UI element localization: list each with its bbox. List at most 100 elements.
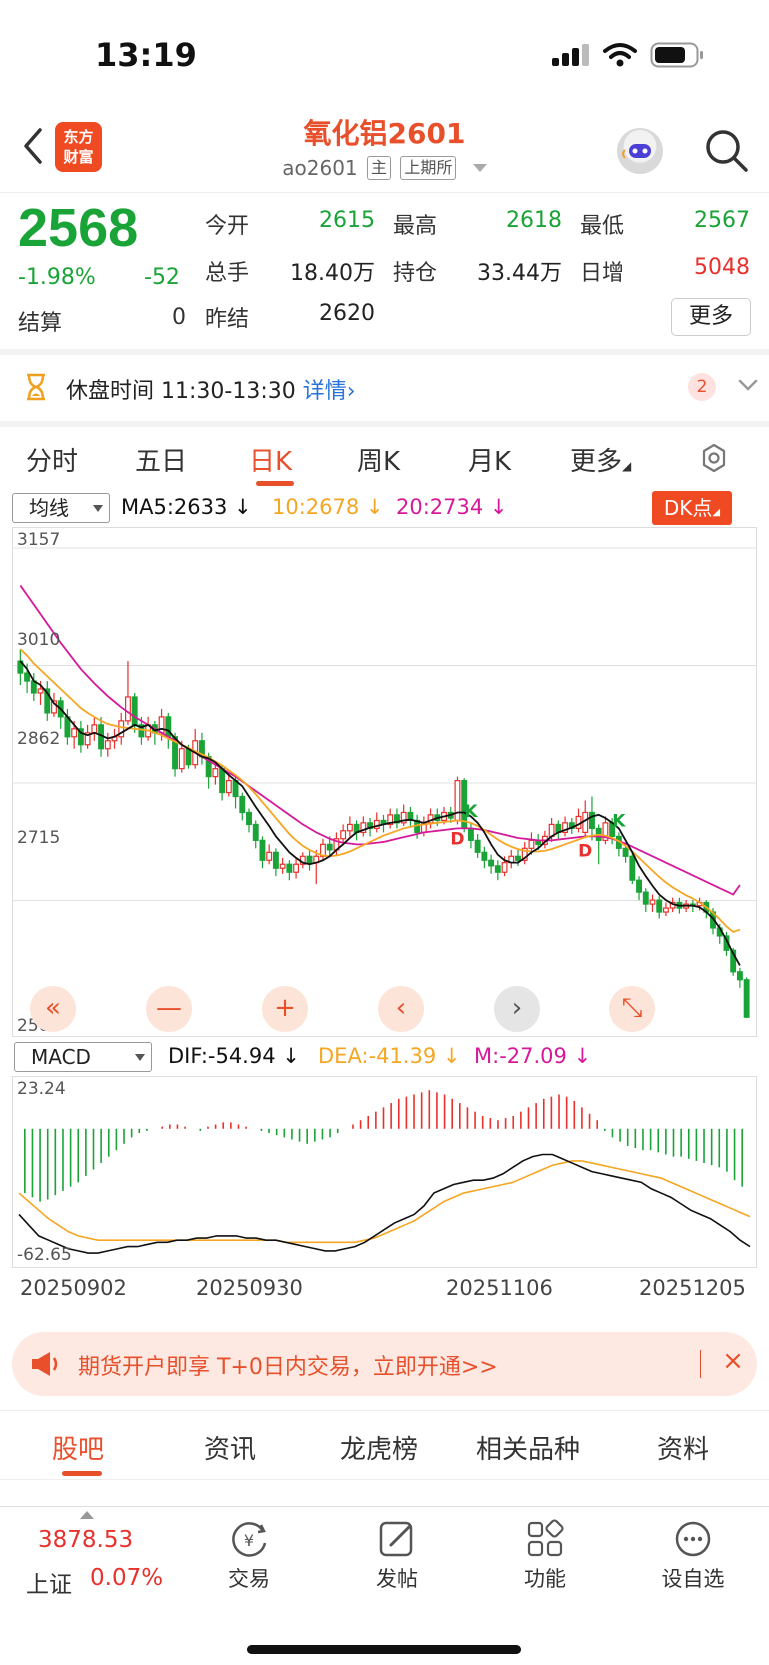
candle-body <box>71 728 78 738</box>
content-tabs: 股吧 资讯 龙虎榜 相关品种 资料 <box>0 1410 769 1480</box>
y-tick-label: 3010 <box>17 630 61 650</box>
candle-body <box>131 696 138 726</box>
main-contract-tag: 主 <box>367 156 392 180</box>
kline-chart[interactable]: DKDK 3157 3010 2862 2715 2567 <box>12 527 757 1037</box>
candle-body <box>467 827 474 841</box>
signal-marker: D <box>450 829 464 849</box>
nav-functions[interactable]: 功能 <box>500 1519 590 1593</box>
trading-break-notice[interactable]: 休盘时间 11:30-13:30 详情› 2 <box>0 349 769 421</box>
hourglass-icon <box>27 373 45 401</box>
scroll-left-button[interactable]: ‹ <box>378 986 424 1032</box>
candle-body <box>528 839 535 849</box>
dropdown-caret-icon <box>93 505 103 512</box>
open-label: 今开 <box>205 214 250 239</box>
home-indicator <box>247 1645 521 1654</box>
tab-five-day[interactable]: 五日 <box>135 441 187 478</box>
robot-assistant-avatar[interactable] <box>617 128 663 174</box>
candle-body <box>494 865 501 873</box>
down-arrow-icon: ↓ <box>566 1044 592 1068</box>
down-arrow-icon: ↓ <box>275 1044 300 1068</box>
candle-body <box>178 748 185 770</box>
dk-point-button[interactable]: DK点◢ <box>652 491 732 525</box>
candle-body <box>125 696 131 722</box>
promo-banner[interactable]: 期货开户即享 T+0日内交易，立即开通>> × <box>12 1332 757 1396</box>
candle-body <box>246 811 252 826</box>
quote-panel: 2568 -1.98% -52 结算 0 今开 2615 最高 2618 最低 … <box>0 192 769 349</box>
settle-value: 0 <box>172 305 186 330</box>
notice-text: 休盘时间 11:30-13:30 <box>66 379 296 404</box>
indicator-selector[interactable]: 均线 <box>12 493 110 523</box>
notice-detail-link[interactable]: 详情› <box>303 379 356 404</box>
last-price: 2568 <box>18 198 139 258</box>
zoom-in-button[interactable]: + <box>262 986 308 1032</box>
edit-icon <box>379 1521 413 1557</box>
candle-body <box>158 716 165 734</box>
kline-svg: DKDK <box>13 547 756 1018</box>
candle-body <box>279 863 286 869</box>
robot-icon <box>622 144 651 159</box>
candle-body <box>225 780 232 794</box>
status-bar: 13:19 <box>0 0 769 100</box>
candle-body <box>326 843 333 851</box>
low-label: 最低 <box>580 214 625 239</box>
tab-guba[interactable]: 股吧 <box>52 1429 104 1466</box>
ma20-line <box>19 584 741 896</box>
scroll-start-button[interactable]: « <box>30 986 76 1032</box>
candle-body <box>515 855 521 861</box>
gear-icon[interactable] <box>698 442 730 474</box>
zoom-out-button[interactable]: — <box>146 986 192 1032</box>
nav-post[interactable]: 发帖 <box>352 1519 442 1593</box>
candle-body <box>636 879 642 893</box>
search-icon[interactable] <box>702 126 750 174</box>
candle-body <box>266 851 273 861</box>
low-value: 2567 <box>694 208 750 233</box>
open-value: 2615 <box>319 208 375 233</box>
tab-related[interactable]: 相关品种 <box>476 1429 580 1466</box>
contract-code: ao2601 <box>282 156 358 180</box>
index-up-arrow-icon <box>80 1511 94 1519</box>
candle-body <box>293 863 300 873</box>
chevron-down-icon[interactable] <box>736 375 760 395</box>
fullscreen-button[interactable]: ⤡ <box>609 986 655 1032</box>
change-amount: -52 <box>144 265 180 290</box>
tab-dragon-tiger[interactable]: 龙虎榜 <box>340 1429 418 1466</box>
macd-legend-row: MACD DIF:-54.94 ↓ DEA:-41.39 ↓ M:-27.09 … <box>0 1040 769 1076</box>
tab-news[interactable]: 资讯 <box>204 1429 256 1466</box>
settle-label: 结算 <box>18 311 63 336</box>
tab-profile[interactable]: 资料 <box>657 1429 709 1466</box>
candle-body <box>185 748 192 766</box>
macd-selector[interactable]: MACD <box>14 1042 152 1072</box>
tab-intraday[interactable]: 分时 <box>26 441 78 478</box>
candle-body <box>736 971 743 981</box>
nav-watchlist[interactable]: 设自选 <box>648 1519 738 1593</box>
tab-monthly-k[interactable]: 月K <box>468 441 511 478</box>
index-value[interactable]: 3878.53 <box>38 1527 133 1553</box>
close-icon[interactable]: × <box>718 1346 748 1380</box>
candle-body <box>474 839 481 853</box>
volume-label: 总手 <box>205 261 250 286</box>
candle-body <box>165 716 172 738</box>
tab-daily-k[interactable]: 日K <box>249 441 292 478</box>
macd-svg <box>18 1090 751 1254</box>
dif-value: DIF:-54.94 ↓ <box>168 1044 300 1068</box>
tab-more[interactable]: 更多◢ <box>570 441 631 478</box>
x-tick-label: 20250902 <box>20 1276 127 1300</box>
candle-body <box>346 823 353 832</box>
daily-increase-value: 5048 <box>694 255 750 280</box>
banner-divider <box>700 1350 701 1378</box>
high-value: 2618 <box>506 208 562 233</box>
nav-trade[interactable]: ¥ 交易 <box>204 1519 294 1593</box>
exchange-tag: 上期所 <box>400 156 457 180</box>
candle-body <box>649 899 656 905</box>
more-quote-button[interactable]: 更多 <box>671 298 751 336</box>
active-tab-underline <box>256 481 294 486</box>
macd-chart[interactable]: 23.24 -62.65 <box>12 1076 757 1268</box>
tab-weekly-k[interactable]: 周K <box>357 441 400 478</box>
candle-body <box>24 672 31 682</box>
dropdown-caret-icon[interactable] <box>472 164 487 172</box>
candle-body <box>272 851 279 869</box>
bottom-nav: 3878.53 上证 0.07% ¥ 交易 发帖 功能 设自选 <box>0 1506 769 1665</box>
scroll-right-button[interactable]: › <box>494 986 540 1032</box>
index-name: 上证 <box>26 1572 72 1598</box>
ma-legend-row: 均线 MA5:2633 ↓ 10:2678 ↓ 20:2734 ↓ DK点◢ <box>0 489 769 527</box>
